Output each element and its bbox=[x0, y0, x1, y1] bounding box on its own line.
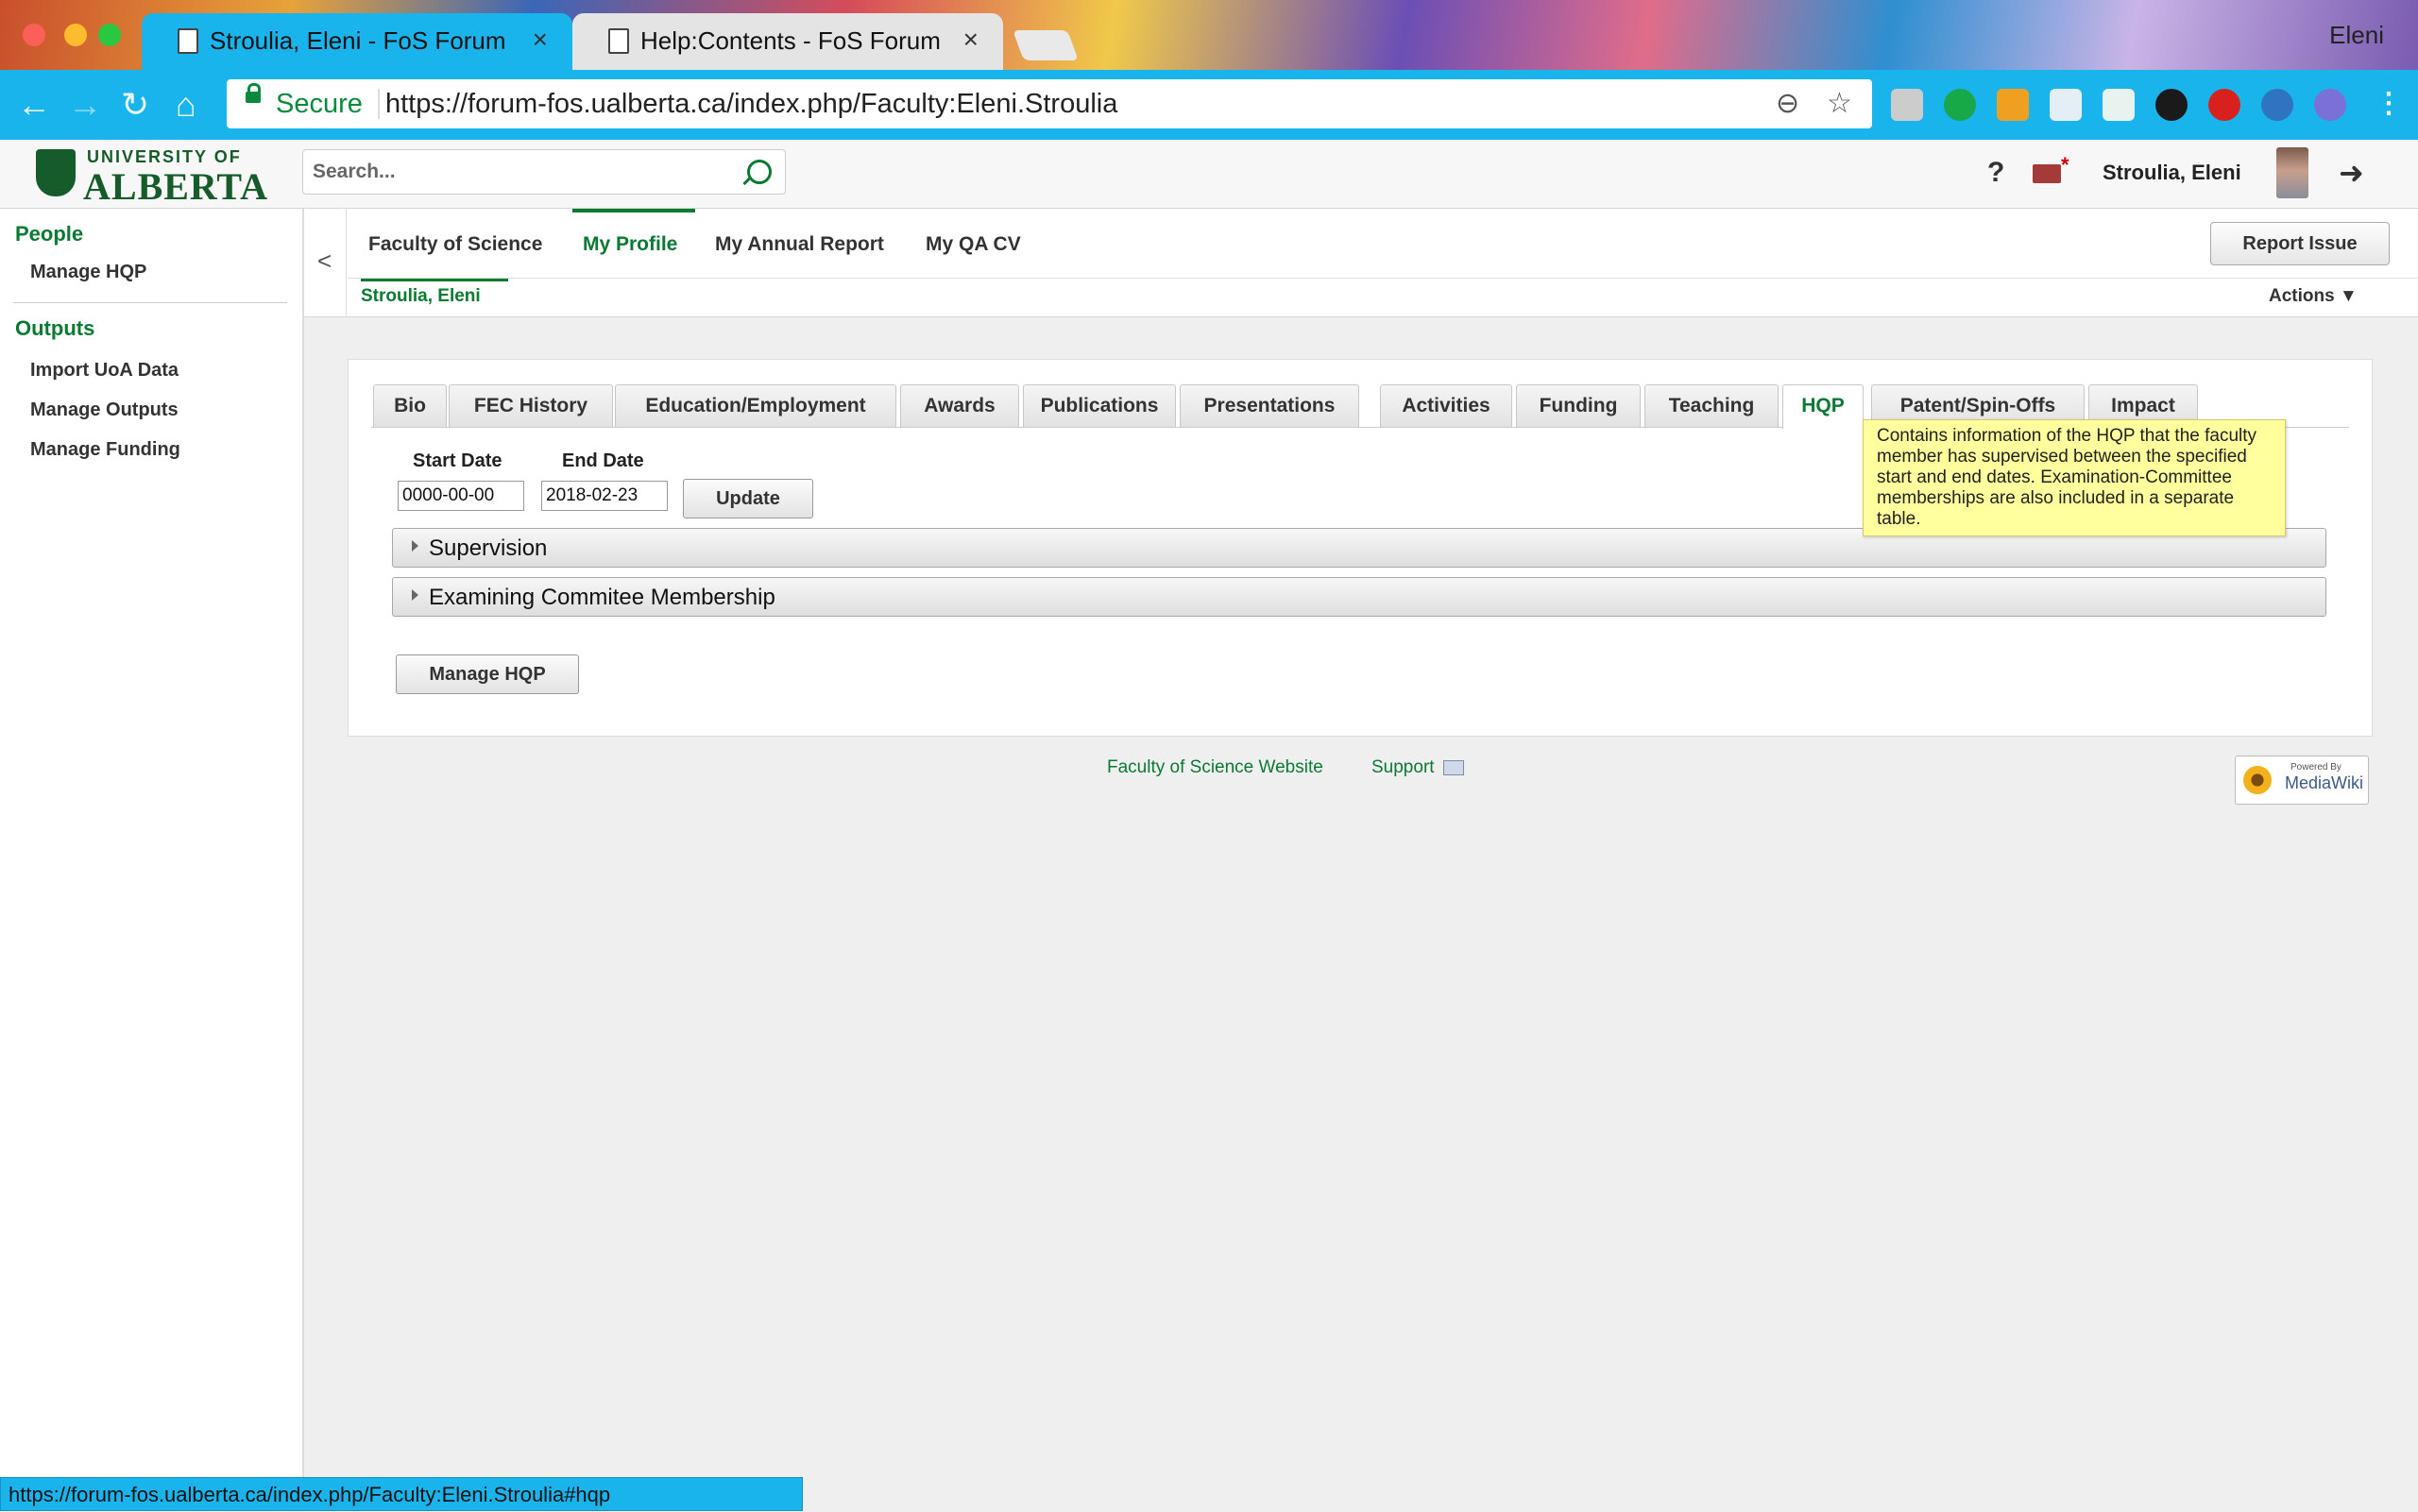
page-icon bbox=[178, 28, 198, 54]
browser-tab-strip: Stroulia, Eleni - FoS Forum × Help:Conte… bbox=[0, 0, 2418, 70]
actions-dropdown[interactable]: Actions ▼ bbox=[2269, 286, 2358, 307]
secure-label: Secure bbox=[276, 89, 363, 119]
sidebar-item-manage-outputs[interactable]: Manage Outputs bbox=[30, 399, 179, 421]
profile-name[interactable]: Eleni bbox=[2329, 21, 2384, 50]
reload-icon[interactable]: ↻ bbox=[121, 85, 149, 125]
address-bar[interactable]: Secure https://forum-fos.ualberta.ca/ind… bbox=[227, 79, 1872, 128]
eye-extension-icon[interactable] bbox=[2261, 89, 2293, 121]
logout-arrow-icon[interactable]: ➜ bbox=[2339, 155, 2364, 191]
hqp-tooltip: Contains information of the HQP that the… bbox=[1863, 419, 2286, 536]
tab-fec-history[interactable]: FEC History bbox=[449, 384, 613, 427]
drive-extension-icon[interactable] bbox=[2103, 89, 2135, 121]
bookmark-star-icon[interactable]: ☆ bbox=[1827, 87, 1852, 120]
examining-committee-section[interactable]: Examining Commitee Membership bbox=[392, 577, 2326, 617]
sidebar-item-manage-hqp[interactable]: Manage HQP bbox=[30, 262, 146, 283]
share-arrow-icon[interactable] bbox=[2155, 89, 2188, 121]
menu-icon[interactable]: ⋮ bbox=[2375, 87, 2403, 120]
user-name[interactable]: Stroulia, Eleni bbox=[2103, 161, 2241, 185]
close-tab-icon[interactable]: × bbox=[963, 25, 979, 55]
envelope-icon bbox=[1443, 760, 1464, 775]
back-arrow-icon[interactable]: ← bbox=[17, 85, 51, 125]
divider bbox=[348, 278, 2418, 279]
sidebar-item-import-uoa-data[interactable]: Import UoA Data bbox=[30, 360, 179, 382]
search-box bbox=[302, 149, 786, 195]
nav-faculty-of-science[interactable]: Faculty of Science bbox=[368, 233, 542, 256]
active-subnav-indicator bbox=[361, 279, 508, 281]
extension-icon[interactable] bbox=[1891, 89, 1923, 121]
extension-icon[interactable] bbox=[2314, 89, 2346, 121]
tab-activities[interactable]: Activities bbox=[1380, 384, 1512, 427]
update-button[interactable]: Update bbox=[683, 479, 813, 518]
sidebar-heading-outputs: Outputs bbox=[15, 316, 95, 340]
close-window-button[interactable] bbox=[23, 24, 45, 46]
avatar[interactable] bbox=[2276, 147, 2308, 198]
nav-my-qa-cv[interactable]: My QA CV bbox=[926, 233, 1021, 256]
tab-bio[interactable]: Bio bbox=[373, 384, 447, 427]
badge-name: MediaWiki bbox=[2285, 773, 2364, 792]
tab-teaching[interactable]: Teaching bbox=[1644, 384, 1779, 427]
section-title: Examining Commitee Membership bbox=[429, 585, 775, 610]
tab-education-employment[interactable]: Education/Employment bbox=[615, 384, 896, 427]
support-link[interactable]: Support bbox=[1371, 757, 1435, 778]
browser-tab-active[interactable]: Stroulia, Eleni - FoS Forum × bbox=[142, 13, 572, 70]
home-icon[interactable]: ⌂ bbox=[176, 85, 196, 125]
browser-tab[interactable]: Help:Contents - FoS Forum × bbox=[572, 13, 1003, 70]
new-tab-button[interactable] bbox=[1013, 30, 1079, 60]
start-date-field[interactable] bbox=[398, 481, 524, 511]
start-date-label: Start Date bbox=[413, 450, 502, 471]
minimize-window-button[interactable] bbox=[64, 24, 87, 46]
maximize-window-button[interactable] bbox=[98, 24, 121, 46]
end-date-label: End Date bbox=[562, 450, 644, 471]
main-navigation: < Faculty of Science My Profile My Annua… bbox=[304, 209, 2418, 317]
lock-icon bbox=[246, 83, 261, 103]
site-header: UNIVERSITY OF ALBERTA ? * Stroulia, Elen… bbox=[0, 140, 2418, 209]
divider bbox=[378, 89, 380, 119]
expand-triangle-icon bbox=[412, 589, 418, 601]
tab-funding[interactable]: Funding bbox=[1516, 384, 1641, 427]
help-icon[interactable]: ? bbox=[1987, 157, 2004, 189]
sidebar-heading-people: People bbox=[15, 222, 84, 246]
mediawiki-flower-icon bbox=[2243, 766, 2272, 794]
status-bar-url: https://forum-fos.ualberta.ca/index.php/… bbox=[0, 1477, 803, 1511]
tab-title: Stroulia, Eleni - FoS Forum bbox=[210, 26, 506, 55]
tab-awards[interactable]: Awards bbox=[900, 384, 1019, 427]
close-tab-icon[interactable]: × bbox=[533, 25, 548, 55]
search-icon[interactable] bbox=[747, 160, 772, 184]
subnav-profile-name[interactable]: Stroulia, Eleni bbox=[361, 286, 481, 307]
search-input[interactable] bbox=[311, 156, 730, 188]
tab-publications[interactable]: Publications bbox=[1023, 384, 1176, 427]
tab-hqp[interactable]: HQP bbox=[1782, 384, 1864, 429]
expand-triangle-icon bbox=[412, 540, 418, 552]
nav-my-annual-report[interactable]: My Annual Report bbox=[715, 233, 884, 256]
zoom-icon[interactable]: ⊖ bbox=[1776, 87, 1799, 120]
page-icon bbox=[608, 28, 629, 54]
screen-extension-icon[interactable] bbox=[2050, 89, 2082, 121]
powered-by-mediawiki-badge[interactable]: Powered By MediaWiki bbox=[2235, 756, 2369, 805]
faculty-website-link[interactable]: Faculty of Science Website bbox=[1107, 757, 1323, 778]
profile-panel: Bio FEC History Education/Employment Awa… bbox=[348, 359, 2373, 737]
divider bbox=[346, 209, 347, 316]
url-text[interactable]: https://forum-fos.ualberta.ca/index.php/… bbox=[385, 89, 1117, 120]
tab-title: Help:Contents - FoS Forum bbox=[640, 26, 941, 55]
report-issue-button[interactable]: Report Issue bbox=[2210, 222, 2390, 265]
nav-my-profile[interactable]: My Profile bbox=[583, 233, 677, 256]
badge-caption: Powered By bbox=[2290, 762, 2341, 773]
collapse-sidebar-button[interactable]: < bbox=[317, 246, 332, 276]
adblock-icon[interactable] bbox=[2208, 89, 2240, 121]
mail-icon[interactable] bbox=[2033, 164, 2061, 183]
logo-text-main[interactable]: ALBERTA bbox=[83, 164, 268, 209]
end-date-field[interactable] bbox=[541, 481, 668, 511]
forward-arrow-icon[interactable]: → bbox=[68, 85, 102, 125]
section-title: Supervision bbox=[429, 535, 548, 561]
tab-presentations[interactable]: Presentations bbox=[1180, 384, 1359, 427]
manage-hqp-button[interactable]: Manage HQP bbox=[396, 654, 579, 694]
active-nav-indicator bbox=[572, 209, 695, 212]
university-shield-icon bbox=[36, 149, 76, 196]
notification-asterisk: * bbox=[2061, 153, 2069, 177]
sidebar-divider bbox=[13, 302, 287, 303]
left-sidebar: People Manage HQP Outputs Import UoA Dat… bbox=[0, 209, 304, 1511]
rss-extension-icon[interactable] bbox=[1997, 89, 2029, 121]
chat-extension-icon[interactable] bbox=[1944, 89, 1976, 121]
sidebar-item-manage-funding[interactable]: Manage Funding bbox=[30, 439, 180, 461]
